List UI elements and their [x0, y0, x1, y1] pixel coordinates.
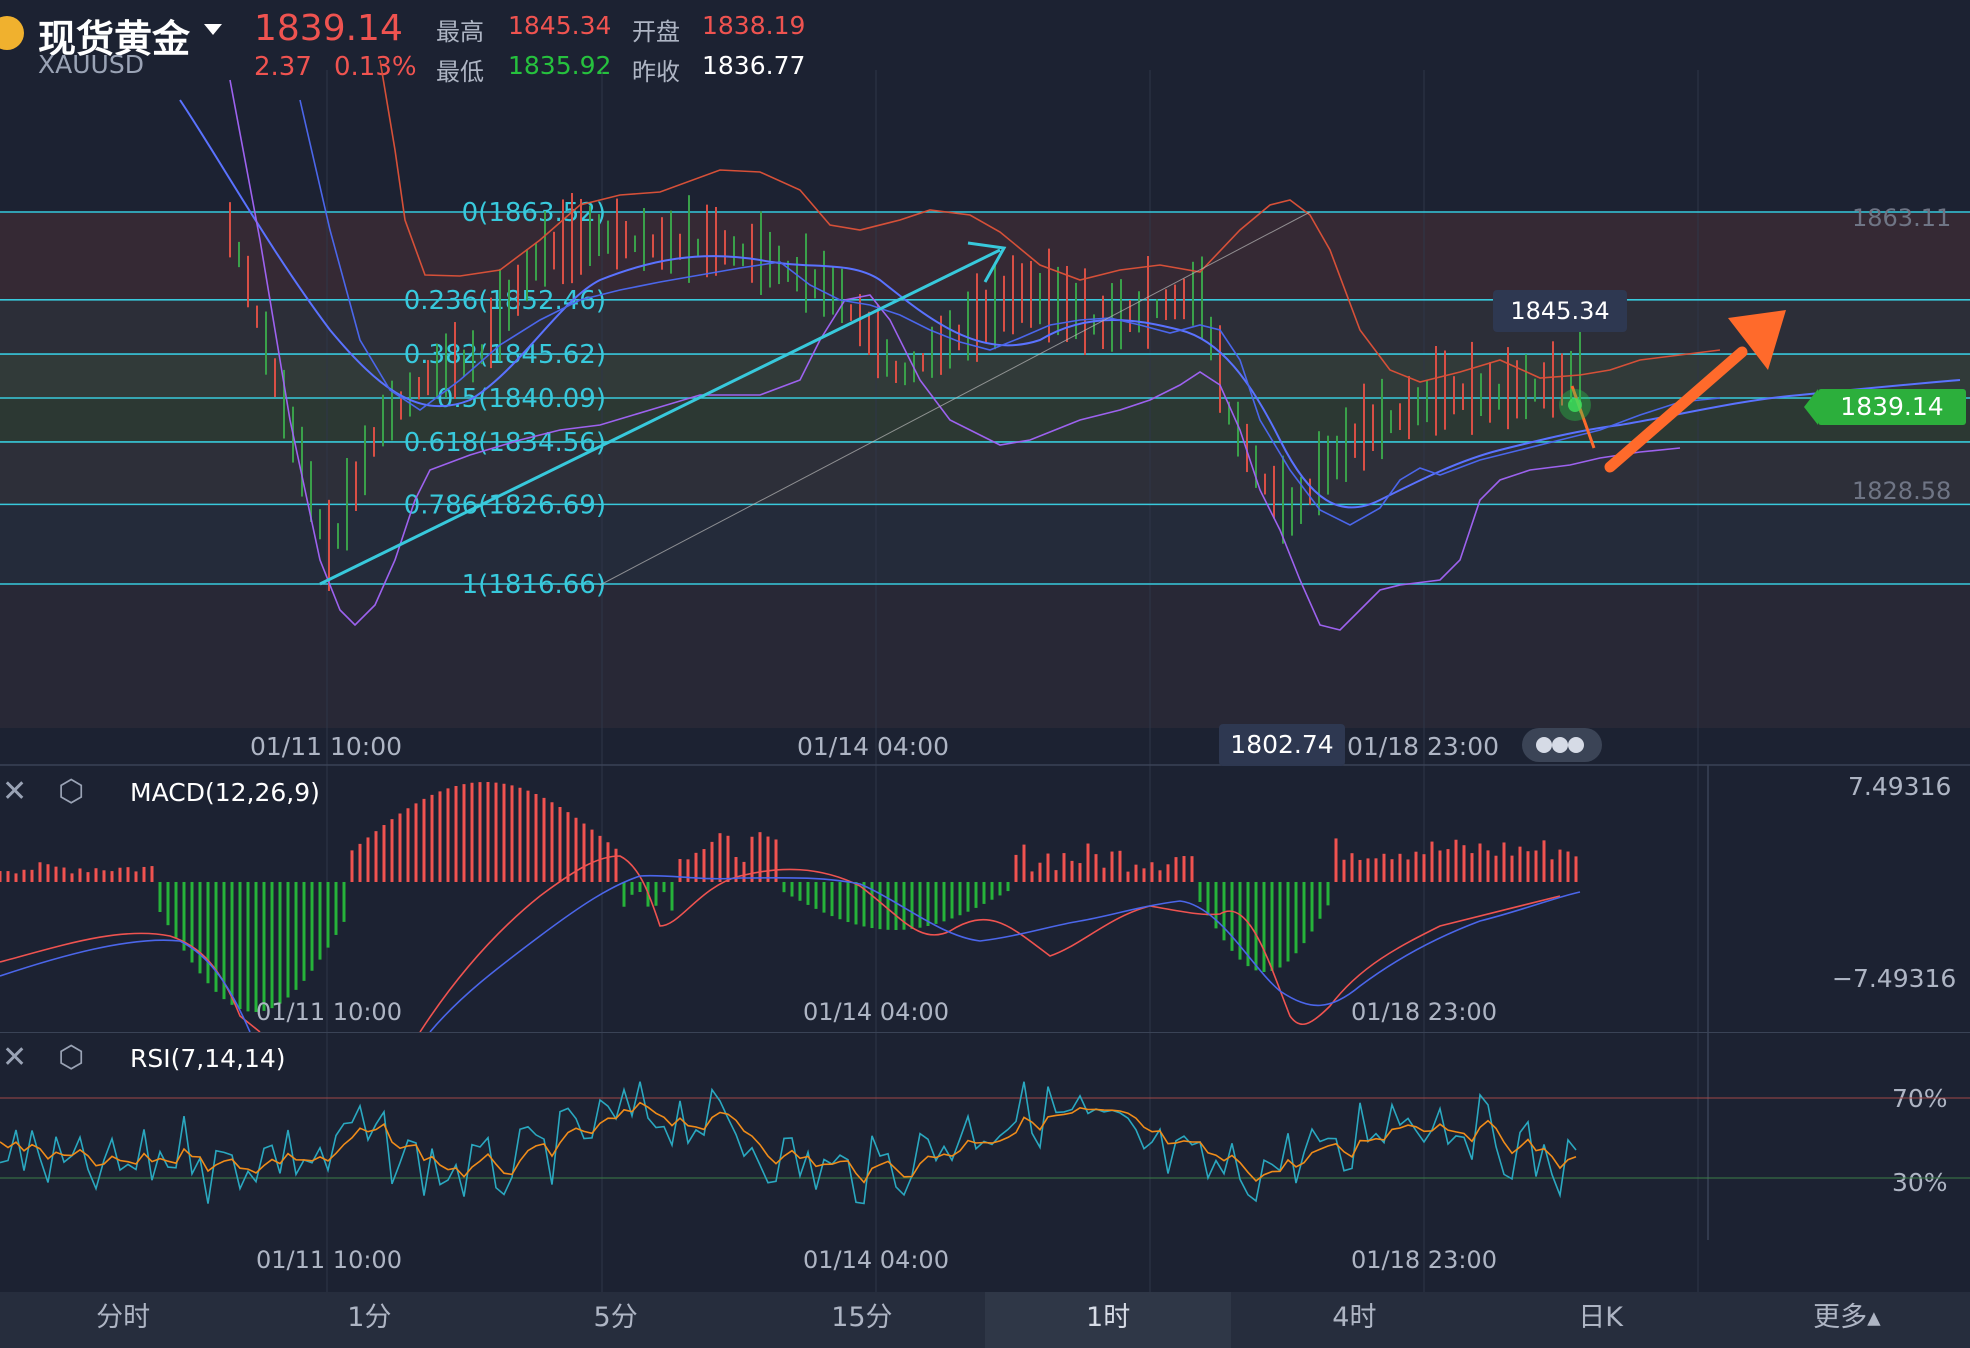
fib-zone-3	[0, 355, 1970, 399]
macd-time-label-1: 01/11 10:00	[256, 998, 402, 1026]
current-price-tag: 1839.14	[1804, 389, 1966, 425]
tab-5min[interactable]: 5分	[493, 1292, 739, 1348]
fib-zone-5	[0, 443, 1970, 505]
high-tooltip-value: 1845.34	[1510, 297, 1610, 325]
low-tooltip-value: 1802.74	[1230, 730, 1334, 759]
fib-zone-bottom	[0, 585, 1970, 728]
rsi-time-label-1: 01/11 10:00	[256, 1246, 402, 1274]
tab-more[interactable]: 更多▴	[1724, 1292, 1970, 1348]
fib-label-0: 0(1863.52)	[462, 198, 606, 228]
rsi-time-label-2: 01/14 04:00	[803, 1246, 949, 1274]
scroll-handle-icon[interactable]	[1522, 728, 1602, 762]
timeframe-bar: 分时 1分 5分 15分 1时 4时 日K 更多▴	[0, 1292, 1970, 1348]
tab-4hour[interactable]: 4时	[1231, 1292, 1477, 1348]
tab-1min[interactable]: 1分	[246, 1292, 492, 1348]
main-time-label-3: 01/18 23:00	[1347, 732, 1500, 761]
low-tooltip: 1802.74	[1219, 724, 1345, 766]
fib-label-2: 0.382(1845.62)	[404, 340, 606, 370]
tab-15min[interactable]: 15分	[739, 1292, 985, 1348]
tab-1hour[interactable]: 1时	[985, 1292, 1232, 1348]
tab-timeline[interactable]: 分时	[0, 1292, 246, 1348]
high-tooltip: 1845.34	[1493, 290, 1627, 332]
macd-time-label-3: 01/18 23:00	[1351, 998, 1497, 1026]
fib-zone-6	[0, 505, 1970, 585]
main-time-label-1: 01/11 10:00	[250, 732, 403, 761]
tab-daily[interactable]: 日K	[1478, 1292, 1724, 1348]
fib-label-6: 1(1816.66)	[462, 570, 606, 600]
fib-label-3: 0.5(1840.09)	[437, 384, 606, 414]
current-price-value: 1839.14	[1840, 392, 1944, 421]
macd-chart[interactable]	[0, 766, 1970, 1032]
main-time-label-2: 01/14 04:00	[797, 732, 950, 761]
fib-label-4: 0.618(1834.56)	[404, 428, 606, 458]
axis-label-top: 1863.11	[1852, 204, 1952, 232]
fib-label-1: 0.236(1852.46)	[404, 286, 606, 316]
rsi-time-label-3: 01/18 23:00	[1351, 1246, 1497, 1274]
macd-time-label-2: 01/14 04:00	[803, 998, 949, 1026]
axis-label-bottom: 1828.58	[1852, 477, 1952, 505]
